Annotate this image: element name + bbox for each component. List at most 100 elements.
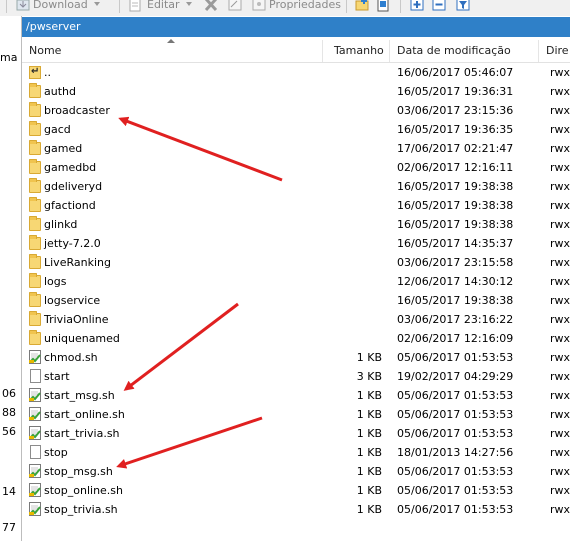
file-row[interactable]: gfactiond 16/05/2017 19:38:38 rwx	[22, 196, 570, 215]
new-folder-icon[interactable]	[355, 0, 369, 12]
shell-script-icon	[28, 502, 42, 516]
left-pane-cell: 14	[2, 485, 16, 498]
file-name: glinkd	[44, 218, 78, 231]
file-name: LiveRanking	[44, 256, 111, 269]
file-row[interactable]: gamedbd 02/06/2017 12:16:11 rwx	[22, 158, 570, 177]
file-size: 1 KB	[356, 351, 382, 364]
file-rights: rwx	[550, 503, 570, 516]
edit-button[interactable]: Editar	[147, 0, 192, 13]
file-row[interactable]: chmod.sh 1 KB 05/06/2017 01:53:53 rwx	[22, 348, 570, 367]
path-bar[interactable]: /pwserver	[22, 17, 570, 37]
column-rights[interactable]: Dire	[546, 38, 569, 62]
file-rights: rwx	[550, 237, 570, 250]
file-name: start_msg.sh	[44, 389, 115, 402]
file-rights: rwx	[550, 275, 570, 288]
delete-icon[interactable]	[204, 0, 218, 12]
file-row[interactable]: gamed 17/06/2017 02:21:47 rwx	[22, 139, 570, 158]
file-row[interactable]: stop_msg.sh 1 KB 05/06/2017 01:53:53 rwx	[22, 462, 570, 481]
file-modified: 16/05/2017 14:35:37	[397, 237, 514, 250]
download-icon	[16, 0, 30, 12]
file-row[interactable]: TriviaOnline 03/06/2017 23:16:22 rwx	[22, 310, 570, 329]
file-row[interactable]: start_msg.sh 1 KB 05/06/2017 01:53:53 rwx	[22, 386, 570, 405]
toolbar-separator	[400, 0, 401, 13]
file-name: logservice	[44, 294, 101, 307]
filter-icon[interactable]	[456, 0, 470, 12]
file-row[interactable]: LiveRanking 03/06/2017 23:15:58 rwx	[22, 253, 570, 272]
file-row[interactable]: uniquenamed 02/06/2017 12:16:09 rwx	[22, 329, 570, 348]
folder-icon	[29, 330, 41, 345]
file-row[interactable]: stop 1 KB 18/01/2013 14:27:56 rwx	[22, 443, 570, 462]
left-pane-cell: 06	[2, 387, 16, 400]
file-rights: rwx	[550, 218, 570, 231]
left-pane-cell: 88	[2, 406, 16, 419]
column-divider[interactable]	[322, 40, 323, 62]
new-file-icon[interactable]	[376, 0, 390, 12]
file-row[interactable]: gacd 16/05/2017 19:36:35 rwx	[22, 120, 570, 139]
file-size: 1 KB	[356, 389, 382, 402]
properties-button[interactable]: Propriedades	[269, 0, 341, 13]
chevron-down-icon	[93, 2, 100, 6]
file-list[interactable]: ↵.. 16/06/2017 05:46:07 rwx authd 16/05/2017…	[22, 63, 570, 541]
file-rights: rwx	[550, 104, 570, 117]
file-rights: rwx	[550, 351, 570, 364]
file-rights: rwx	[550, 332, 570, 345]
file-row[interactable]: jetty-7.2.0 16/05/2017 14:35:37 rwx	[22, 234, 570, 253]
file-rights: rwx	[550, 446, 570, 459]
file-row[interactable]: glinkd 16/05/2017 19:38:38 rwx	[22, 215, 570, 234]
toolbar-separator	[119, 0, 120, 13]
file-name: gamed	[44, 142, 83, 155]
file-rights: rwx	[550, 408, 570, 421]
column-modified[interactable]: Data de modificação	[397, 38, 511, 62]
file-row[interactable]: start_online.sh 1 KB 05/06/2017 01:53:53 rw…	[22, 405, 570, 424]
file-icon	[30, 445, 41, 459]
folder-icon	[29, 292, 41, 307]
file-row[interactable]: logservice 16/05/2017 19:38:38 rwx	[22, 291, 570, 310]
left-pane-column-header: ma	[0, 51, 18, 64]
column-divider[interactable]	[538, 40, 539, 62]
file-row[interactable]: logs 12/06/2017 14:30:12 rwx	[22, 272, 570, 291]
file-row[interactable]: authd 16/05/2017 19:36:31 rwx	[22, 82, 570, 101]
file-row[interactable]: stop_online.sh 1 KB 05/06/2017 01:53:53 rwx	[22, 481, 570, 500]
folder-icon	[29, 235, 41, 250]
column-name[interactable]: Nome	[29, 38, 61, 62]
column-size[interactable]: Tamanho	[334, 38, 384, 62]
minus-icon[interactable]	[432, 0, 446, 12]
file-row[interactable]: ↵.. 16/06/2017 05:46:07 rwx	[22, 63, 570, 82]
file-rights: rwx	[550, 313, 570, 326]
folder-icon	[29, 159, 41, 174]
file-rights: rwx	[550, 161, 570, 174]
file-row[interactable]: stop_trivia.sh 1 KB 05/06/2017 01:53:53 rwx	[22, 500, 570, 519]
file-row[interactable]: gdeliveryd 16/05/2017 19:38:38 rwx	[22, 177, 570, 196]
plus-icon[interactable]	[410, 0, 424, 12]
toolbar-separator	[6, 0, 7, 13]
left-file-pane[interactable]: ma 06 88 56 14 77	[0, 16, 22, 541]
download-button[interactable]: Download	[33, 0, 100, 13]
toolbar: Download Editar Propriedades	[0, 0, 570, 16]
properties-label: Propriedades	[269, 0, 341, 11]
folder-icon	[29, 178, 41, 193]
file-name: ..	[44, 66, 51, 79]
file-name: gacd	[44, 123, 71, 136]
rename-icon[interactable]	[228, 0, 242, 12]
file-rights: rwx	[550, 85, 570, 98]
file-name: stop	[44, 446, 68, 459]
file-name: gamedbd	[44, 161, 97, 174]
file-modified: 02/06/2017 12:16:09	[397, 332, 514, 345]
file-rights: rwx	[550, 180, 570, 193]
folder-icon	[29, 273, 41, 288]
folder-icon	[29, 216, 41, 231]
file-modified: 05/06/2017 01:53:53	[397, 408, 514, 421]
file-row[interactable]: start 3 KB 19/02/2017 04:29:29 rwx	[22, 367, 570, 386]
file-row[interactable]: start_trivia.sh 1 KB 05/06/2017 01:53:53 rw…	[22, 424, 570, 443]
file-name: start_trivia.sh	[44, 427, 120, 440]
file-row[interactable]: broadcaster 03/06/2017 23:15:36 rwx	[22, 101, 570, 120]
column-divider[interactable]	[389, 40, 390, 62]
file-size: 1 KB	[356, 484, 382, 497]
shell-script-icon	[28, 464, 42, 478]
file-modified: 05/06/2017 01:53:53	[397, 503, 514, 516]
file-modified: 12/06/2017 14:30:12	[397, 275, 514, 288]
file-modified: 16/05/2017 19:38:38	[397, 218, 514, 231]
edit-label: Editar	[147, 0, 180, 11]
file-rights: rwx	[550, 294, 570, 307]
file-rights: rwx	[550, 465, 570, 478]
